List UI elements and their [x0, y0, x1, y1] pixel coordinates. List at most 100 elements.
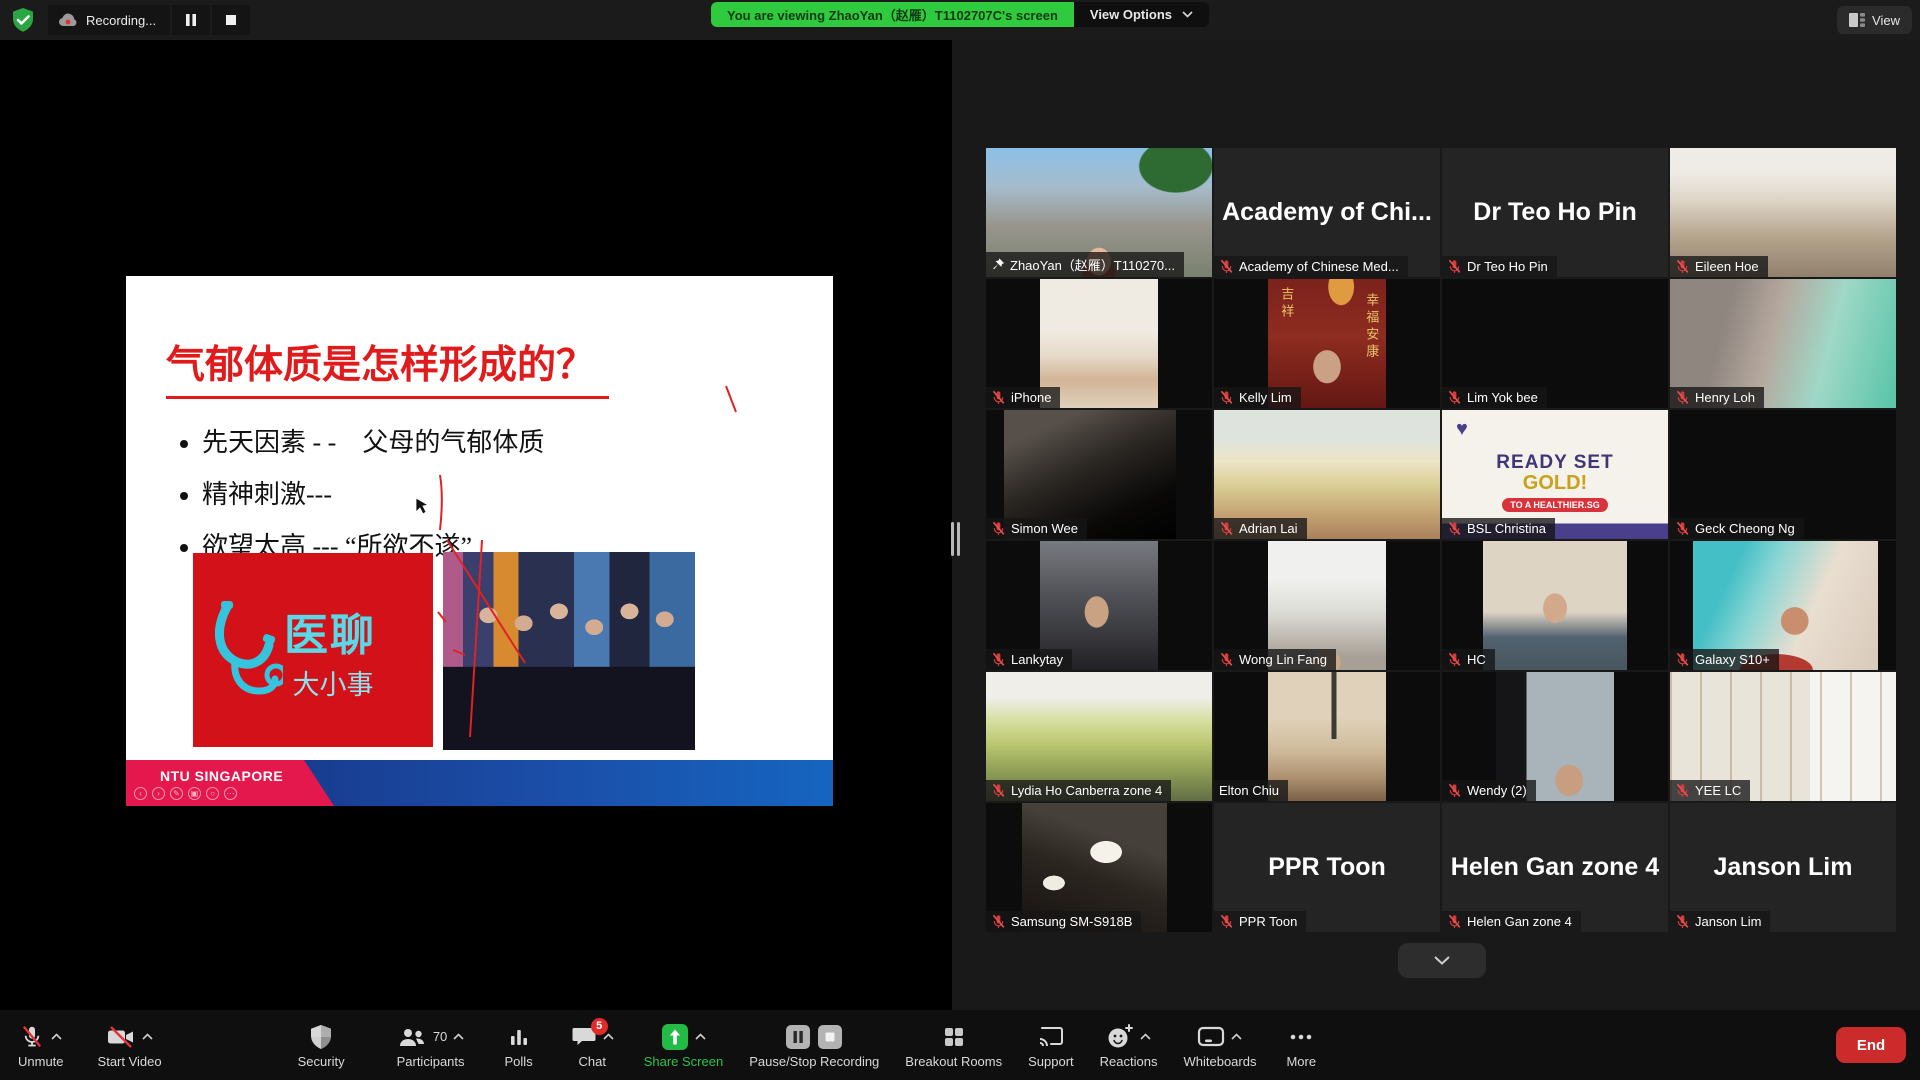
participant-tile-yee[interactable]: YEE LC: [1670, 672, 1896, 801]
polls-icon: [507, 1025, 531, 1049]
chevron-up-icon[interactable]: [1231, 1033, 1242, 1040]
start-video-button[interactable]: Start Video: [96, 1018, 164, 1073]
participant-tile-hc[interactable]: HC: [1442, 541, 1668, 670]
muted-mic-icon: [991, 652, 1006, 667]
slide-prev-icon[interactable]: ‹: [134, 787, 147, 800]
participant-tile-limyokbee[interactable]: Lim Yok bee: [1442, 279, 1668, 408]
recording-cloud-icon: [58, 12, 78, 28]
view-layout-icon: [1849, 13, 1865, 27]
muted-mic-icon: [1675, 914, 1690, 929]
participant-tile-jansonlim[interactable]: Janson LimJanson Lim: [1670, 803, 1896, 932]
chevron-up-icon[interactable]: [142, 1033, 153, 1040]
stop-recording-button[interactable]: [212, 5, 250, 35]
chevron-up-icon[interactable]: [603, 1033, 614, 1040]
breakout-rooms-button[interactable]: Breakout Rooms: [903, 1018, 1004, 1073]
pinned-icon: [991, 257, 1005, 272]
participant-tile-elton[interactable]: Elton Chiu: [1214, 672, 1440, 801]
toolbar-item-label: Share Screen: [644, 1054, 724, 1069]
participant-tile-henry[interactable]: Henry Loh: [1670, 279, 1896, 408]
ntu-brand: NTU SINGAPORE: [160, 768, 283, 784]
muted-mic-icon: [1219, 259, 1234, 274]
muted-mic-icon: [1447, 259, 1462, 274]
participant-name-tag: Samsung SM-S918B: [986, 911, 1141, 932]
muted-mic-icon: [1675, 652, 1690, 667]
poster-line1: READY SET: [1442, 452, 1668, 474]
participant-name: ZhaoYan（赵雁）T110270...: [1010, 255, 1175, 274]
more-button[interactable]: More: [1284, 1018, 1318, 1073]
slide-nav-controls[interactable]: ‹ › ✎ ▣ ○ ⋯: [134, 787, 237, 800]
participant-name-tag: HC: [1442, 649, 1495, 670]
chevron-up-icon[interactable]: [1140, 1033, 1151, 1040]
pause-recording-button[interactable]: [172, 5, 210, 35]
participant-tile-galaxy[interactable]: Galaxy S10+: [1670, 541, 1896, 670]
tv-show-logo-image: 医聊 大小事: [193, 553, 433, 747]
participant-tile-adrian[interactable]: Adrian Lai: [1214, 410, 1440, 539]
participant-tile-bsl[interactable]: ♥READY SETGOLD!TO A HEALTHIER.SGBSL Chri…: [1442, 410, 1668, 539]
security-shield-icon: [10, 7, 36, 33]
participant-tile-eileen[interactable]: Eileen Hoe: [1670, 148, 1896, 277]
muted-mic-icon: [1447, 521, 1462, 536]
slides-overview-icon[interactable]: ▣: [188, 787, 201, 800]
participant-name-tag: Wong Lin Fang: [1214, 649, 1336, 670]
participant-tile-zhaoyan[interactable]: ZhaoYan（赵雁）T110270...: [986, 148, 1212, 277]
chevron-up-icon[interactable]: [51, 1033, 62, 1040]
toolbar-item-label: Chat: [578, 1054, 605, 1069]
participant-name-tag: Adrian Lai: [1214, 518, 1307, 539]
participant-tile-lydia[interactable]: Lydia Ho Canberra zone 4: [986, 672, 1212, 801]
slide-next-icon[interactable]: ›: [152, 787, 165, 800]
support-button[interactable]: Support: [1026, 1018, 1076, 1073]
end-meeting-button[interactable]: End: [1836, 1027, 1906, 1063]
breakout-rooms-icon: [942, 1025, 966, 1049]
participant-tile-lanky[interactable]: Lankytay: [986, 541, 1212, 670]
toolbar-item-label: Start Video: [98, 1054, 162, 1069]
zoom-tool-icon[interactable]: ○: [206, 787, 219, 800]
participant-tile-helengan[interactable]: Helen Gan zone 4Helen Gan zone 4: [1442, 803, 1668, 932]
muted-mic-icon: [991, 914, 1006, 929]
view-button-label: View: [1872, 13, 1900, 28]
participant-name-tag: Henry Loh: [1670, 387, 1764, 408]
polls-button[interactable]: Polls: [503, 1018, 535, 1073]
camera-muted-icon: [106, 1025, 136, 1049]
pause-stop-recording-icon: [785, 1024, 843, 1050]
security-button[interactable]: Security: [296, 1018, 347, 1073]
participant-tile-iphone[interactable]: iPhone: [986, 279, 1212, 408]
participant-name: HC: [1467, 652, 1486, 667]
participant-tile-kelly[interactable]: 吉祥幸福安康Kelly Lim: [1214, 279, 1440, 408]
participant-tile-wong[interactable]: Wong Lin Fang: [1214, 541, 1440, 670]
participant-tile-samsung[interactable]: Samsung SM-S918B: [986, 803, 1212, 932]
view-button[interactable]: View: [1837, 6, 1912, 34]
participant-name: iPhone: [1011, 390, 1051, 405]
participant-name: Helen Gan zone 4: [1467, 914, 1572, 929]
collapse-grid-button[interactable]: [1398, 943, 1486, 978]
muted-mic-icon: [1675, 259, 1690, 274]
muted-mic-icon: [991, 783, 1006, 798]
reactions-button[interactable]: Reactions: [1098, 1018, 1160, 1073]
chevron-up-icon[interactable]: [453, 1033, 464, 1040]
muted-mic-icon: [1675, 390, 1690, 405]
view-options-dropdown[interactable]: View Options: [1074, 2, 1209, 27]
participant-tile-simon[interactable]: Simon Wee: [986, 410, 1212, 539]
slide-footer-banner: NTU SINGAPORE ‹ › ✎ ▣ ○ ⋯: [126, 760, 833, 806]
more-tools-icon[interactable]: ⋯: [224, 787, 237, 800]
pause-stop-recording-button[interactable]: Pause/Stop Recording: [747, 1018, 881, 1073]
share-screen-button[interactable]: Share Screen: [642, 1018, 726, 1073]
participant-name-tag: YEE LC: [1670, 780, 1750, 801]
participant-tile-wendy[interactable]: Wendy (2): [1442, 672, 1668, 801]
chevron-up-icon[interactable]: [695, 1033, 706, 1040]
participant-name-tag: Galaxy S10+: [1670, 649, 1779, 670]
participant-tile-drteo[interactable]: Dr Teo Ho PinDr Teo Ho Pin: [1442, 148, 1668, 277]
participant-tile-geck[interactable]: Geck Cheong Ng: [1670, 410, 1896, 539]
whiteboards-button[interactable]: Whiteboards: [1181, 1018, 1258, 1073]
viewing-banner-text: You are viewing ZhaoYan（赵雁）T1102707C's s…: [711, 2, 1074, 27]
unmute-button[interactable]: Unmute: [16, 1018, 66, 1073]
toolbar-item-label: More: [1286, 1054, 1316, 1069]
chat-button[interactable]: 5Chat: [569, 1018, 616, 1073]
pen-tool-icon[interactable]: ✎: [170, 787, 183, 800]
participant-tile-academy[interactable]: Academy of Chi...Academy of Chinese Med.…: [1214, 148, 1440, 277]
participant-name: Geck Cheong Ng: [1695, 521, 1795, 536]
participants-button[interactable]: 70Participants: [395, 1018, 467, 1073]
panel-resize-handle[interactable]: [951, 522, 960, 556]
participant-name-tag: Lankytay: [986, 649, 1072, 670]
participant-tile-pprtoon[interactable]: PPR ToonPPR Toon: [1214, 803, 1440, 932]
participant-name: YEE LC: [1695, 783, 1741, 798]
